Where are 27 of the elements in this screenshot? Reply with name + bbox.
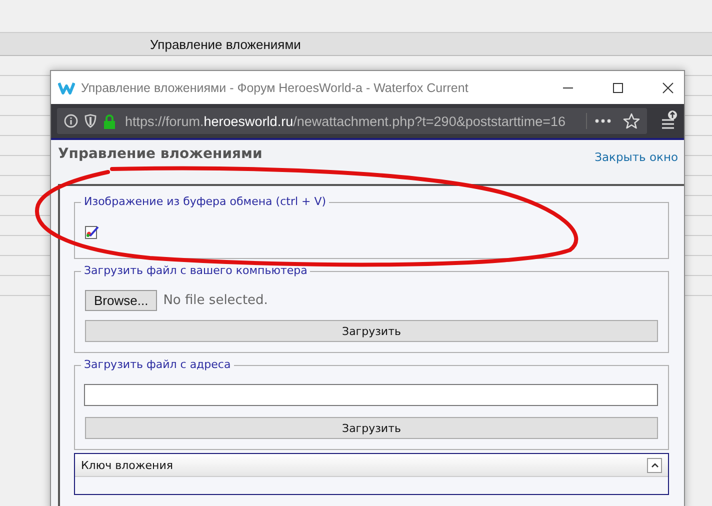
lock-icon[interactable] <box>103 114 116 128</box>
paint-icon[interactable] <box>85 225 99 239</box>
more-icon[interactable] <box>595 119 611 123</box>
upload-button[interactable]: Загрузить <box>85 417 658 439</box>
page-title: Управление вложениями <box>150 36 301 52</box>
info-icon[interactable] <box>64 114 78 128</box>
caret-icon <box>650 462 658 468</box>
fieldset-legend: Загрузить файл с вашего компьютера <box>81 264 310 277</box>
page-heading: Управление вложениями <box>58 146 264 162</box>
file-status: No file selected. <box>163 293 268 308</box>
menu-icon[interactable] <box>661 110 678 132</box>
fieldset-legend: Загрузить файл с адреса <box>81 358 234 371</box>
maximize-icon[interactable] <box>612 82 624 94</box>
star-icon[interactable] <box>623 113 640 129</box>
fieldset-legend: Изображение из буфера обмена (ctrl + V) <box>81 195 330 208</box>
logo-icon <box>58 80 75 94</box>
browse-button[interactable]: Browse... <box>85 290 158 311</box>
url-text: https://forum.heroesworld.ru/newattachment.php?t=290&poststarttime=16 <box>125 114 566 128</box>
panel-title: Ключ вложения <box>81 458 174 472</box>
close-icon[interactable] <box>662 82 674 94</box>
url-input[interactable] <box>84 384 658 406</box>
upload-button[interactable]: Загрузить <box>85 320 658 342</box>
address-field[interactable]: https://forum.heroesworld.ru/newattachment.php?t=290&poststarttime=16 <box>57 108 647 134</box>
window-title: Управление вложениями - Форум HeroesWorld-a - Waterfox Current <box>81 80 470 94</box>
shield-icon[interactable] <box>84 114 97 128</box>
collapse-button[interactable] <box>647 458 662 472</box>
close-window-link[interactable]: Закрыть окно <box>594 146 684 164</box>
